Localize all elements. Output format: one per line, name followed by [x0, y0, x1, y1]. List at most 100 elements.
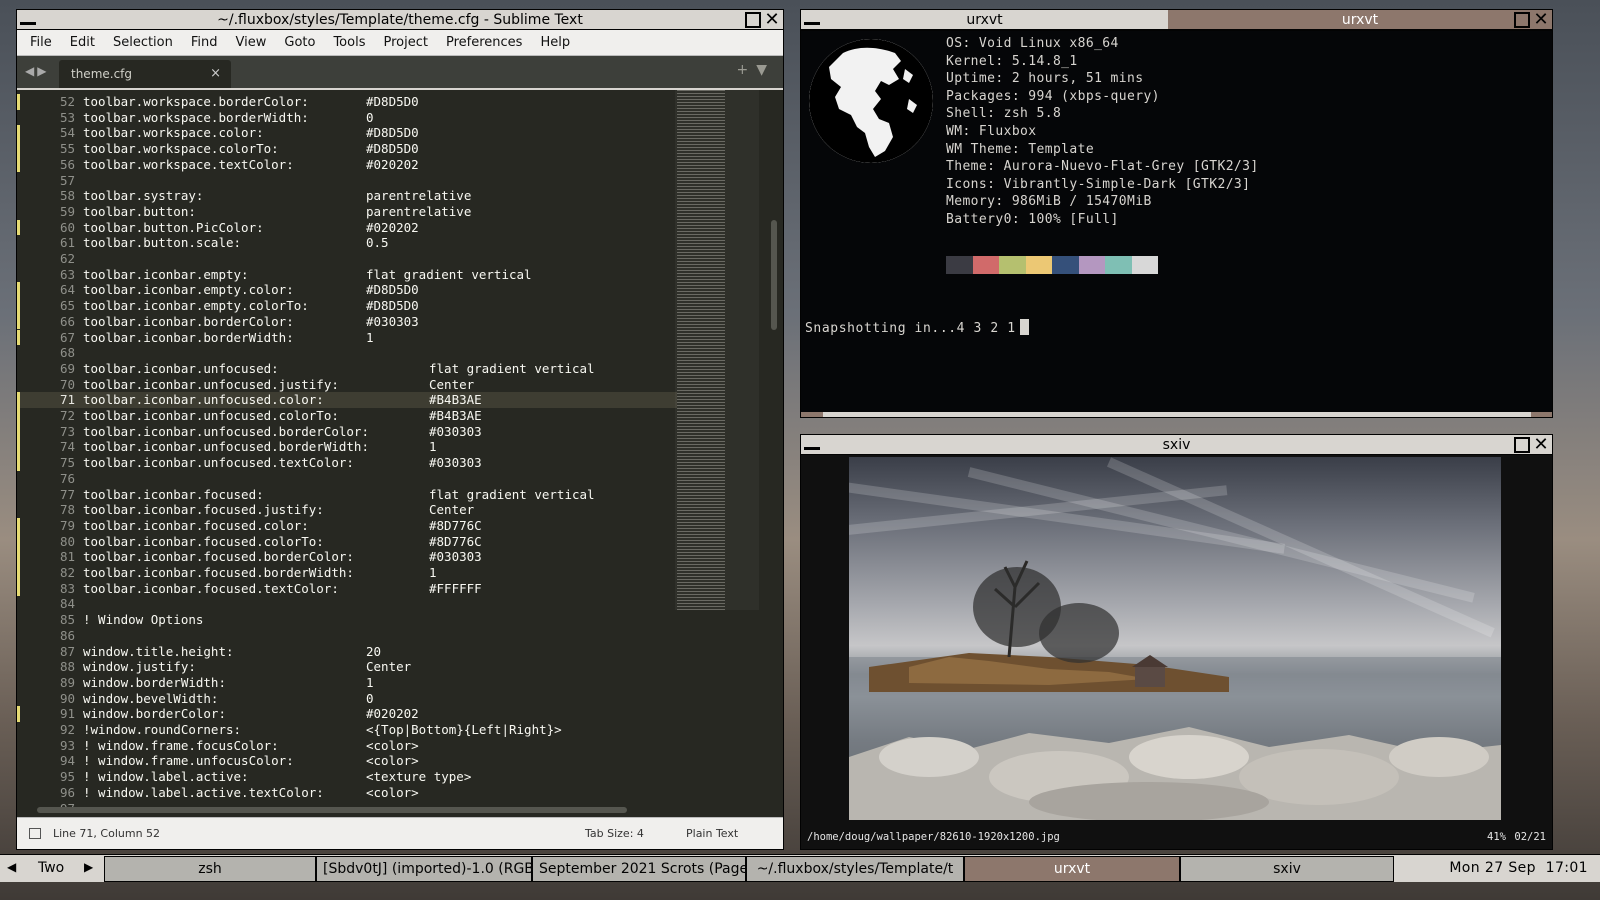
- code-line[interactable]: 69 toolbar.iconbar.unfocused: flat gradien…: [17, 361, 677, 377]
- menu-find[interactable]: Find: [182, 35, 227, 50]
- code-editor[interactable]: 52 toolbar.workspace.borderColor: #D8D5D0 5…: [17, 90, 783, 817]
- code-line[interactable]: 59 toolbar.button: parentrelative: [17, 204, 677, 220]
- code-line[interactable]: 64 toolbar.iconbar.empty.color: #D8D5D0: [17, 282, 677, 299]
- code-line[interactable]: 78 toolbar.iconbar.focused.justify: Center: [17, 502, 677, 518]
- code-line[interactable]: 93 ! window.frame.focusColor: <color>: [17, 738, 677, 754]
- tab-close-icon[interactable]: ×: [210, 60, 221, 88]
- code-line[interactable]: 71 toolbar.iconbar.unfocused.color: #B4B3A…: [17, 392, 677, 408]
- code-line[interactable]: 67 toolbar.iconbar.borderWidth: 1: [17, 329, 677, 346]
- new-tab-icon[interactable]: +▼: [737, 62, 776, 78]
- code-line[interactable]: 61 toolbar.button.scale: 0.5: [17, 235, 677, 251]
- menu-edit[interactable]: Edit: [61, 35, 104, 50]
- code-line[interactable]: 95 ! window.label.active: <texture type>: [17, 769, 677, 785]
- close-button[interactable]: ✕: [763, 11, 781, 29]
- code-line[interactable]: 56 toolbar.workspace.textColor: #020202: [17, 156, 677, 173]
- code-line[interactable]: 81 toolbar.iconbar.focused.borderColor: #0…: [17, 549, 677, 565]
- code-line[interactable]: 83 toolbar.iconbar.focused.textColor: #FFF…: [17, 580, 677, 597]
- close-button[interactable]: ✕: [1532, 436, 1550, 454]
- tab-nav-arrows-icon[interactable]: ◀▶: [25, 64, 49, 78]
- config-key: toolbar.iconbar.unfocused:: [83, 360, 279, 376]
- code-line[interactable]: 89 window.borderWidth: 1: [17, 675, 677, 691]
- taskbar-item[interactable]: urxvt: [964, 856, 1180, 882]
- palette-swatch: [1052, 256, 1079, 274]
- line-number: 87: [59, 643, 75, 659]
- workspace-prev-icon[interactable]: ◀: [7, 860, 16, 874]
- menu-view[interactable]: View: [227, 35, 276, 50]
- urxvt-tab-2[interactable]: urxvt: [1168, 10, 1552, 29]
- maximize-button[interactable]: [1514, 437, 1530, 453]
- image-viewer[interactable]: [801, 456, 1552, 827]
- code-line[interactable]: 57: [17, 173, 677, 189]
- code-line[interactable]: 76: [17, 471, 677, 487]
- code-line[interactable]: 52 toolbar.workspace.borderColor: #D8D5D0: [17, 94, 677, 110]
- code-line[interactable]: 54 toolbar.workspace.color: #D8D5D0: [17, 125, 677, 142]
- menu-file[interactable]: File: [21, 35, 61, 50]
- config-value: #D8D5D0: [366, 141, 419, 157]
- urxvt-titlebar[interactable]: urxvt urxvt ✕: [801, 10, 1552, 30]
- minimize-button[interactable]: [804, 22, 820, 25]
- code-line[interactable]: 65 toolbar.iconbar.empty.colorTo: #D8D5D0: [17, 298, 677, 314]
- menu-project[interactable]: Project: [374, 35, 436, 50]
- minimize-button[interactable]: [804, 447, 820, 450]
- tab-size[interactable]: Tab Size: 4: [585, 827, 644, 840]
- terminal[interactable]: OS: Void Linux x86_64 Kernel: 5.14.8_1 Upt…: [801, 31, 1552, 417]
- code-line[interactable]: 86: [17, 628, 677, 644]
- syntax-mode[interactable]: Plain Text: [686, 827, 738, 840]
- code-line[interactable]: 72 toolbar.iconbar.unfocused.colorTo: #B4B…: [17, 408, 677, 424]
- code-line[interactable]: 74 toolbar.iconbar.unfocused.borderWidth:…: [17, 439, 677, 456]
- code-line[interactable]: 84: [17, 596, 677, 612]
- config-key: ! window.frame.focusColor:: [83, 737, 279, 753]
- code-line[interactable]: 92 !window.roundCorners: <{Top|Bottom}{Lef…: [17, 722, 677, 738]
- code-line[interactable]: 70 toolbar.iconbar.unfocused.justify: Cent…: [17, 377, 677, 393]
- minimize-button[interactable]: [20, 22, 36, 25]
- horizontal-scrollbar[interactable]: [37, 807, 627, 813]
- code-line[interactable]: 60 toolbar.button.PicColor: #020202: [17, 219, 677, 236]
- code-line[interactable]: 91 window.borderColor: #020202: [17, 706, 677, 722]
- code-line[interactable]: 88 window.justify: Center: [17, 659, 677, 675]
- terminal-scrollbar[interactable]: [823, 412, 1531, 417]
- menu-goto[interactable]: Goto: [275, 35, 324, 50]
- menu-tools[interactable]: Tools: [324, 35, 374, 50]
- code-line[interactable]: 80 toolbar.iconbar.focused.colorTo: #8D776…: [17, 533, 677, 550]
- code-line[interactable]: 73 toolbar.iconbar.unfocused.borderColor:…: [17, 423, 677, 440]
- maximize-button[interactable]: [1514, 12, 1530, 28]
- code-line[interactable]: 75 toolbar.iconbar.unfocused.textColor: #0…: [17, 455, 677, 471]
- code-line[interactable]: 77 toolbar.iconbar.focused: flat gradient …: [17, 487, 677, 503]
- code-line[interactable]: 63 toolbar.iconbar.empty: flat gradient ve…: [17, 267, 677, 283]
- code-line[interactable]: 66 toolbar.iconbar.borderColor: #030303: [17, 313, 677, 330]
- taskbar-item[interactable]: sxiv: [1180, 856, 1394, 882]
- code-line[interactable]: 62: [17, 251, 677, 267]
- code-line[interactable]: 85 ! Window Options: [17, 612, 677, 628]
- taskbar-item[interactable]: zsh: [104, 856, 316, 882]
- code-line[interactable]: 90 window.bevelWidth: 0: [17, 691, 677, 707]
- maximize-button[interactable]: [745, 12, 761, 28]
- code-line[interactable]: 68: [17, 345, 677, 361]
- code-line[interactable]: 96 ! window.label.active.textColor: <color…: [17, 785, 677, 801]
- workspace-name[interactable]: Two: [38, 860, 64, 876]
- taskbar-item[interactable]: September 2021 Scrots (Page 2: [532, 856, 746, 882]
- taskbar-item[interactable]: ~/.fluxbox/styles/Template/t: [746, 856, 964, 882]
- code-line[interactable]: 53 toolbar.workspace.borderWidth: 0: [17, 110, 677, 126]
- close-button[interactable]: ✕: [1532, 11, 1550, 29]
- sysinfo-line: Memory: 986MiB / 15470MiB: [946, 194, 1152, 210]
- menu-help[interactable]: Help: [531, 35, 579, 50]
- code-line[interactable]: 82 toolbar.iconbar.focused.borderWidth: 1: [17, 565, 677, 581]
- line-number: 69: [59, 360, 75, 376]
- line-number: 62: [59, 251, 75, 266]
- menu-preferences[interactable]: Preferences: [437, 35, 531, 50]
- sxiv-titlebar[interactable]: sxiv ✕: [801, 435, 1552, 455]
- code-line[interactable]: 94 ! window.frame.unfocusColor: <color>: [17, 753, 677, 769]
- code-line[interactable]: 79 toolbar.iconbar.focused.color: #8D776C: [17, 517, 677, 534]
- workspace-next-icon[interactable]: ▶: [84, 860, 93, 874]
- menu-selection[interactable]: Selection: [104, 35, 182, 50]
- code-line[interactable]: 87 window.title.height: 20: [17, 644, 677, 660]
- urxvt-tab-1[interactable]: urxvt: [801, 10, 1168, 29]
- panel-toggle-icon[interactable]: [29, 828, 41, 839]
- taskbar-item[interactable]: [Sbdv0tJ] (imported)-1.0 (RGB: [316, 856, 532, 882]
- cursor-position[interactable]: Line 71, Column 52: [53, 827, 160, 840]
- code-line[interactable]: 58 toolbar.systray: parentrelative: [17, 188, 677, 204]
- code-line[interactable]: 55 toolbar.workspace.colorTo: #D8D5D0: [17, 141, 677, 157]
- vertical-scrollbar[interactable]: [771, 220, 777, 330]
- tab-theme-cfg[interactable]: theme.cfg ×: [59, 60, 231, 88]
- sublime-titlebar[interactable]: ~/.fluxbox/styles/Template/theme.cfg - S…: [17, 10, 783, 30]
